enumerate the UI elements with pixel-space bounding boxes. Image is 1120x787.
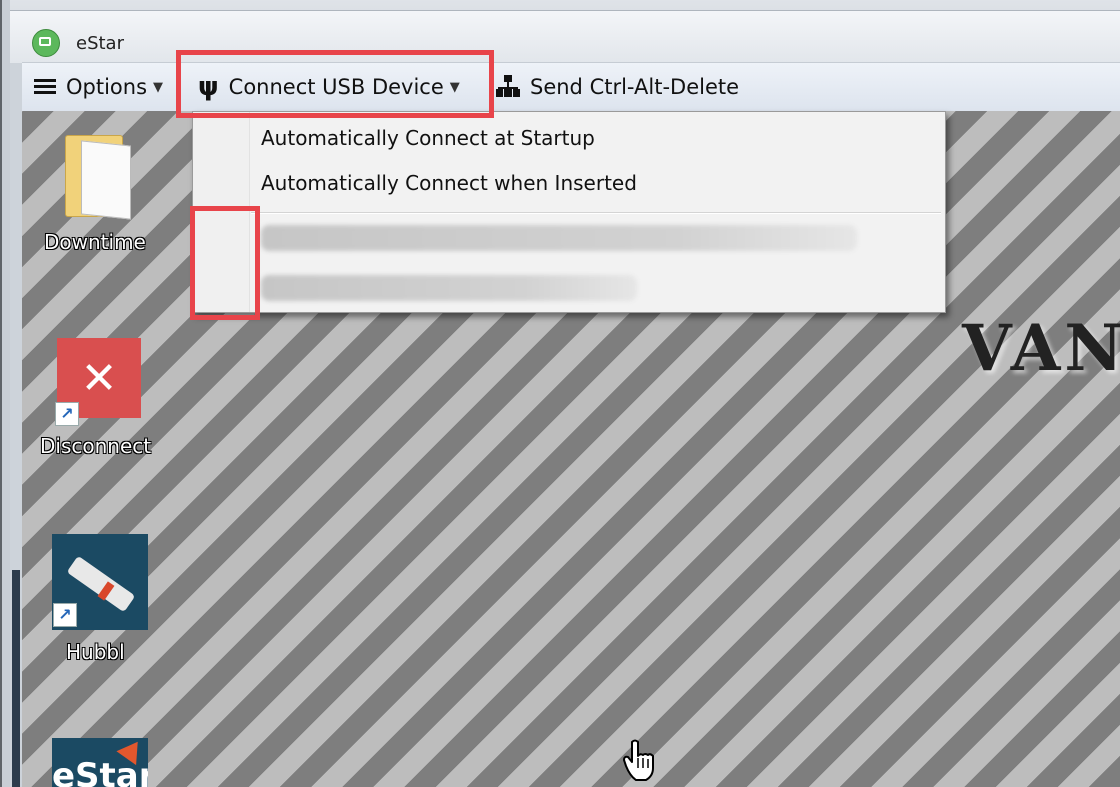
desktop-icon-hubbl[interactable]: Hubbl: [66, 640, 125, 664]
menu-item-redacted-device[interactable]: [261, 275, 637, 301]
window-border: [0, 0, 10, 787]
estar-icon[interactable]: eStar: [52, 738, 148, 787]
desktop-icon-downtime[interactable]: Downtime: [44, 230, 146, 254]
menu-item-auto-connect-startup[interactable]: Automatically Connect at Startup: [261, 126, 595, 150]
desktop-icon-label: Downtime: [44, 230, 146, 254]
monitor-icon: [32, 29, 60, 57]
menu-item-auto-connect-inserted[interactable]: Automatically Connect when Inserted: [261, 171, 637, 195]
menu-item-redacted-device[interactable]: [261, 225, 857, 251]
usb-device-menu: Automatically Connect at Startup Automat…: [192, 111, 946, 313]
window-edge-shadow: [12, 570, 20, 787]
folder-icon[interactable]: [65, 135, 131, 220]
desktop-icon-label: Hubbl: [66, 640, 125, 664]
desktop-icon-disconnect[interactable]: Disconnect: [40, 434, 151, 458]
shortcut-arrow-icon: ↗: [55, 402, 79, 426]
window-title: eStar: [76, 33, 124, 54]
desktop-icon-label: Disconnect: [40, 434, 152, 458]
hand-cursor-icon: [623, 739, 654, 781]
menu-separator: [251, 212, 941, 214]
shortcut-arrow-icon: ↗: [53, 603, 77, 627]
options-menu-button[interactable]: Options ▼: [34, 63, 163, 111]
network-icon: [496, 75, 520, 99]
chevron-down-icon: ▼: [153, 79, 164, 95]
send-cad-label: Send Ctrl-Alt-Delete: [530, 75, 740, 99]
hamburger-icon: [34, 79, 56, 95]
wallpaper-brand-text: VAN: [962, 311, 1120, 386]
options-label: Options: [66, 75, 148, 99]
send-ctrl-alt-delete-button[interactable]: Send Ctrl-Alt-Delete: [496, 63, 739, 111]
highlight-connect-usb: [176, 50, 494, 118]
highlight-menu-gutter: [190, 206, 260, 320]
